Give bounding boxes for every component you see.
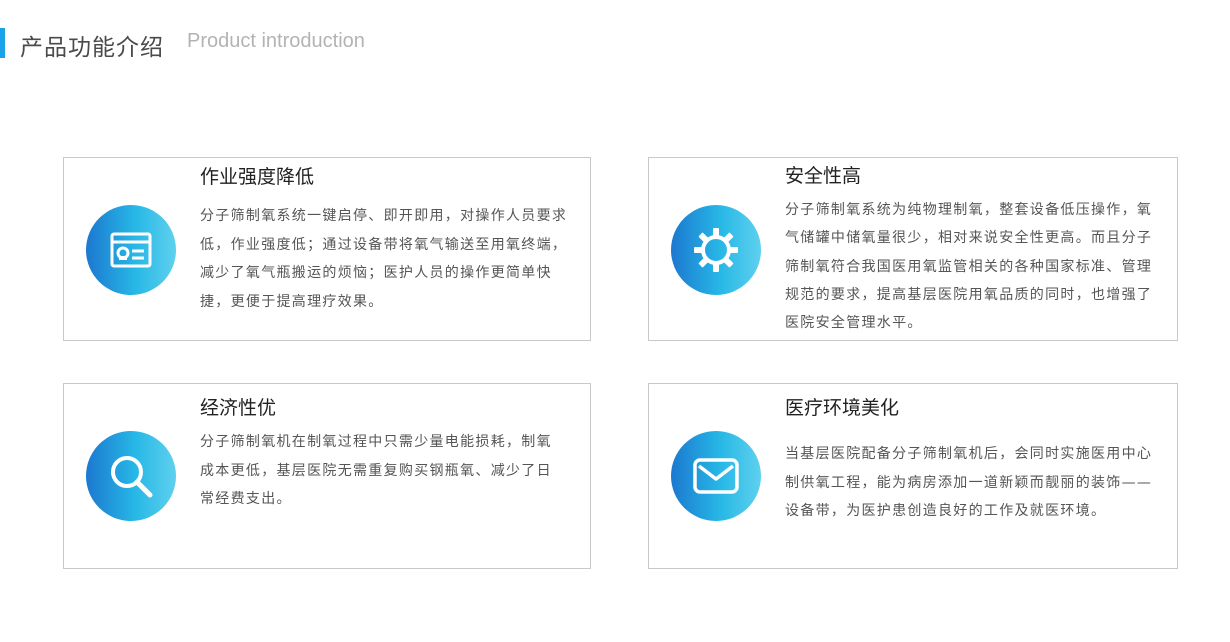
feature-card-safety: 安全性高 分子筛制氧系统为纯物理制氧，整套设备低压操作，氧气储罐中储氧量很少，相… xyxy=(648,157,1178,341)
feature-description: 当基层医院配备分子筛制氧机后，会同时实施医用中心制供氧工程，能为病房添加一道新颖… xyxy=(785,446,1153,519)
feature-card-workload: 作业强度降低 分子筛制氧系统一键启停、即开即用，对操作人员要求低，作业强度低；通… xyxy=(63,157,591,341)
id-card-icon xyxy=(110,232,152,268)
feature-card-environment: 医疗环境美化 当基层医院配备分子筛制氧机后，会同时实施医用中心制供氧工程，能为病… xyxy=(648,383,1178,569)
feature-title: 作业强度降低 xyxy=(200,166,315,188)
page-subtitle: Product introduction xyxy=(187,30,365,52)
feature-icon-circle xyxy=(86,431,176,521)
feature-icon-circle xyxy=(671,205,761,295)
search-icon xyxy=(108,453,154,499)
mail-icon xyxy=(693,458,739,494)
feature-title: 医疗环境美化 xyxy=(785,397,900,419)
feature-title: 经济性优 xyxy=(200,397,277,419)
feature-icon-circle xyxy=(671,431,761,521)
header-accent-bar xyxy=(0,28,5,58)
page-title: 产品功能介绍 xyxy=(20,35,164,61)
gear-icon xyxy=(693,227,739,273)
feature-description: 分子筛制氧系统一键启停、即开即用，对操作人员要求低，作业强度低；通过设备带将氧气… xyxy=(200,208,568,310)
feature-icon-circle xyxy=(86,205,176,295)
feature-title: 安全性高 xyxy=(785,165,862,187)
feature-card-economy: 经济性优 分子筛制氧机在制氧过程中只需少量电能损耗，制氧成本更低，基层医院无需重… xyxy=(63,383,591,569)
feature-description: 分子筛制氧系统为纯物理制氧，整套设备低压操作，氧气储罐中储氧量很少，相对来说安全… xyxy=(785,202,1153,332)
feature-description: 分子筛制氧机在制氧过程中只需少量电能损耗，制氧成本更低，基层医院无需重复购买钢瓶… xyxy=(200,434,552,507)
